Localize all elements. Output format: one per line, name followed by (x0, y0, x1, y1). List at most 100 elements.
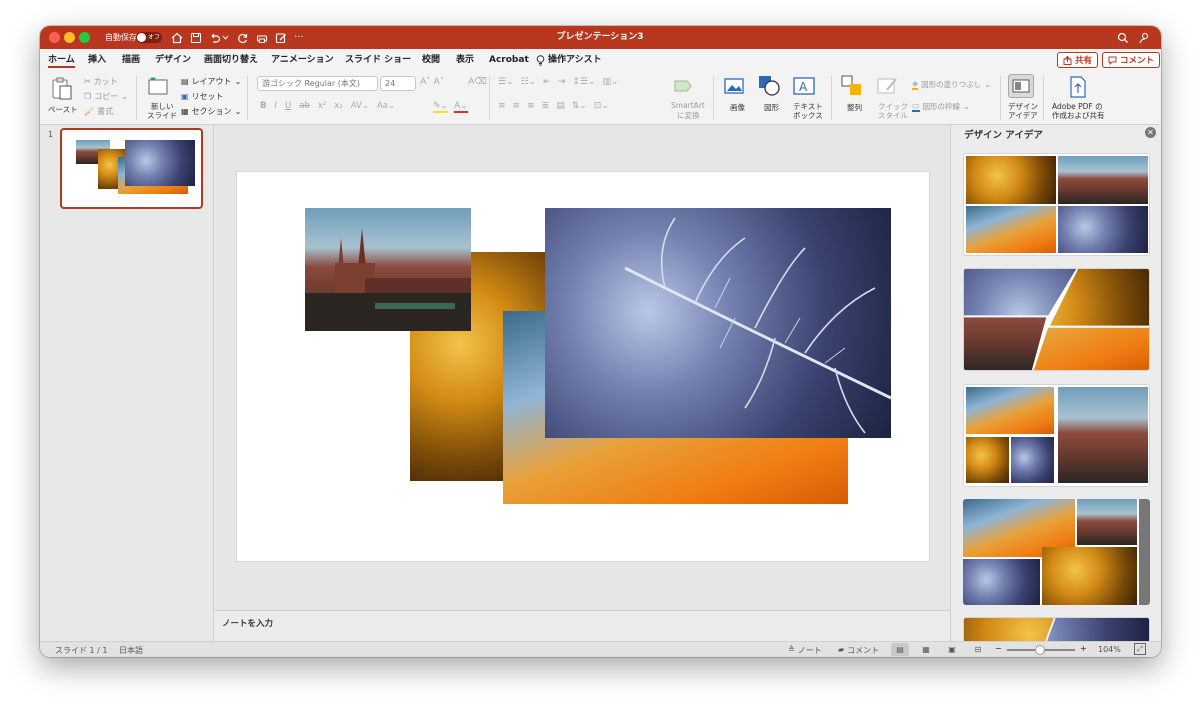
change-case-icon[interactable]: Aa⌄ (377, 101, 395, 111)
slideshow-button[interactable]: ⊟ (971, 643, 985, 656)
align-center-icon[interactable]: ≡ (513, 101, 521, 111)
format-label: 書式 (97, 107, 114, 116)
align-right-icon[interactable]: ≡ (527, 101, 535, 111)
design-idea-2[interactable] (963, 268, 1150, 371)
design-idea-1[interactable] (963, 153, 1150, 256)
subscript-icon[interactable]: x₂ (334, 101, 342, 111)
columns-icon[interactable]: ▥⌄ (602, 77, 618, 87)
slide-thumbnail[interactable] (60, 128, 203, 209)
bold-icon[interactable]: B (260, 101, 266, 111)
tab-view[interactable]: 表示 (456, 52, 474, 68)
font-color-icon[interactable]: A⌄ (454, 101, 468, 113)
comment-button[interactable]: コメント (1102, 52, 1161, 68)
superscript-icon[interactable]: x² (318, 101, 326, 111)
more-commands[interactable]: ··· (294, 26, 304, 49)
smartart-icon[interactable] (672, 76, 696, 96)
edit-icon[interactable] (273, 30, 289, 45)
comments-toggle[interactable]: ▰ コメント (838, 645, 879, 656)
tab-tell-me[interactable]: 操作アシスト (536, 52, 602, 68)
notes-toggle[interactable]: ≜ ノート (788, 645, 822, 656)
zoom-out-button[interactable]: − (995, 644, 1002, 653)
font-name-select[interactable]: 游ゴシック Regular (本文) (257, 76, 378, 91)
close-window-button[interactable] (49, 32, 60, 43)
strikethrough-icon[interactable]: ab (299, 101, 310, 111)
char-spacing-icon[interactable]: AV⌄ (351, 101, 369, 111)
image-icon[interactable] (723, 76, 747, 96)
cathedral-photo[interactable] (305, 208, 471, 331)
share-button[interactable]: 共有 (1057, 52, 1099, 68)
tab-transitions[interactable]: 画面切り替え (204, 52, 258, 68)
account-icon[interactable] (1136, 30, 1152, 45)
search-icon[interactable] (1115, 30, 1131, 45)
decrease-indent-icon[interactable]: ⇤ (543, 77, 551, 87)
format-painter-button[interactable]: 🖌 書式 (84, 106, 113, 117)
increase-indent-icon[interactable]: ⇥ (558, 77, 566, 87)
close-pane-icon[interactable]: ✕ (1145, 127, 1156, 138)
highlight-color-icon[interactable]: ✎⌄ (433, 101, 449, 113)
design-idea-4[interactable] (963, 499, 1150, 605)
notes-pane[interactable]: ノートを入力 (215, 610, 950, 641)
frosted-branches-photo[interactable] (545, 208, 891, 438)
zoom-slider[interactable] (1007, 645, 1075, 655)
shapes-icon[interactable] (757, 75, 783, 97)
home-icon[interactable] (169, 30, 185, 45)
autosave-toggle[interactable]: オフ (136, 32, 162, 43)
minimize-window-button[interactable] (64, 32, 75, 43)
zoom-window-button[interactable] (79, 32, 90, 43)
adobe-pdf-icon[interactable] (1067, 75, 1089, 99)
save-icon[interactable] (188, 30, 204, 45)
paragraph-align-buttons: ≡ ≡ ≡ ≣ ▤ ⇅⌄ ⊡⌄ (498, 101, 609, 111)
undo-dropdown-icon[interactable] (221, 30, 229, 45)
slide-canvas[interactable] (237, 172, 929, 561)
font-size-select[interactable]: 24 (380, 76, 416, 91)
design-idea-3[interactable] (963, 384, 1150, 487)
cut-button[interactable]: ✂ カット (84, 76, 118, 87)
zoom-level[interactable]: 104% (1098, 645, 1121, 654)
reading-view-button[interactable]: ▣ (945, 643, 959, 656)
new-slide-icon[interactable] (146, 76, 170, 98)
slide-info: スライド 1 / 1 (55, 646, 108, 655)
shape-fill-button[interactable]: ◈ 図形の塗りつぶし ⌄ (912, 79, 991, 90)
layout-button[interactable]: ▤ レイアウト ⌄ (181, 76, 241, 87)
italic-icon[interactable]: I (274, 101, 277, 111)
shape-outline-button[interactable]: ▭ 図形の枠線 ⌄ (912, 101, 970, 112)
font-size-buttons[interactable]: A˄ A˅ (420, 77, 444, 87)
tab-draw[interactable]: 描画 (122, 52, 140, 68)
reset-button[interactable]: ▣ リセット (181, 91, 224, 102)
tab-review[interactable]: 校閲 (422, 52, 440, 68)
tab-home[interactable]: ホーム (48, 52, 75, 68)
distributed-icon[interactable]: ▤ (556, 101, 565, 111)
arrange-icon[interactable] (840, 75, 864, 97)
tab-animations[interactable]: アニメーション (271, 52, 334, 68)
align-left-icon[interactable]: ≡ (498, 101, 506, 111)
section-button[interactable]: ▦ セクション ⌄ (181, 106, 241, 117)
cut-label: カット (93, 77, 118, 86)
print-icon[interactable] (254, 30, 270, 45)
underline-icon[interactable]: U (285, 101, 291, 111)
textbox-icon[interactable]: A (792, 76, 816, 96)
quick-style-icon[interactable] (876, 76, 900, 96)
redo-icon[interactable] (235, 30, 251, 45)
paste-icon[interactable] (50, 76, 74, 100)
autosave-state: オフ (148, 34, 161, 41)
language[interactable]: 日本語 (119, 645, 143, 656)
design-ideas-icon[interactable] (1008, 74, 1034, 98)
copy-button[interactable]: ❐ コピー ⌄ (84, 91, 128, 102)
align-text-icon[interactable]: ⊡⌄ (594, 101, 609, 111)
zoom-in-button[interactable]: + (1080, 644, 1087, 653)
numbering-icon[interactable]: ☷⌄ (521, 77, 537, 87)
tab-slideshow[interactable]: スライド ショー (345, 52, 411, 68)
tab-design[interactable]: デザイン (155, 52, 191, 68)
fit-to-window-icon[interactable]: ⤢ (1134, 643, 1146, 655)
justify-icon[interactable]: ≣ (542, 101, 550, 111)
line-spacing-icon[interactable]: ↕☰⌄ (572, 77, 595, 87)
clear-format-button[interactable]: A⌫ (468, 77, 487, 87)
tab-insert[interactable]: 挿入 (88, 52, 106, 68)
text-direction-icon[interactable]: ⇅⌄ (572, 101, 587, 111)
bullets-icon[interactable]: ☰⌄ (498, 77, 514, 87)
slide-sorter-button[interactable]: ▦ (919, 643, 933, 656)
design-idea-5[interactable] (963, 617, 1150, 641)
normal-view-button[interactable]: ▤ (891, 643, 909, 656)
zoom-slider-thumb[interactable] (1035, 645, 1045, 655)
tab-acrobat[interactable]: Acrobat (489, 52, 529, 68)
